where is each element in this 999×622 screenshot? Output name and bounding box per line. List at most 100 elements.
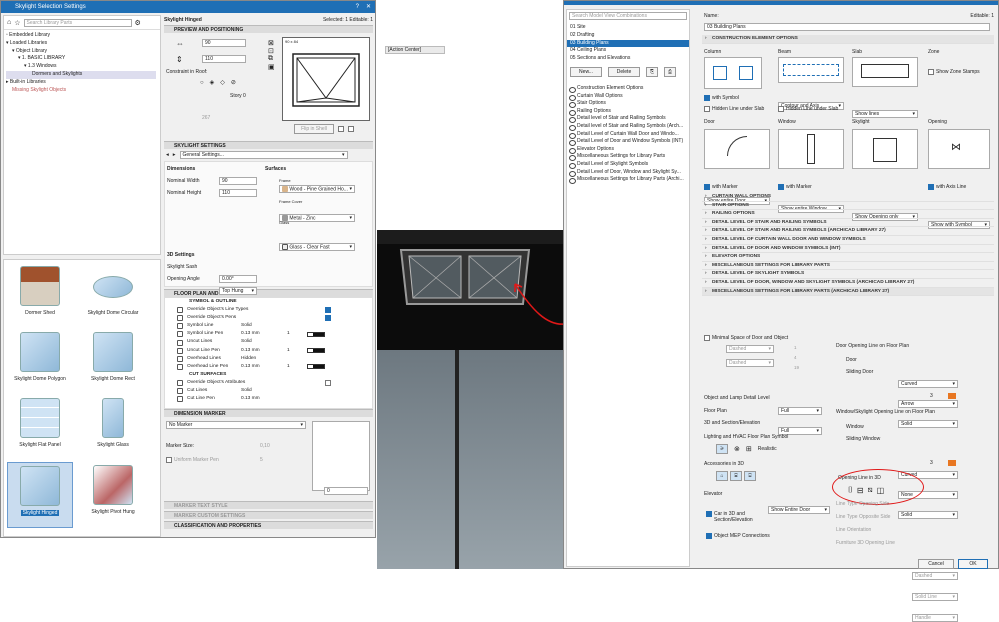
library-tile[interactable]: Skylight Dome Polygon bbox=[7, 332, 73, 382]
marker-type-dropdown[interactable]: No Marker bbox=[166, 421, 306, 429]
tree-item[interactable]: ▾ 1. BASIC LIBRARY bbox=[6, 55, 160, 63]
delete-button[interactable]: Delete bbox=[608, 66, 640, 77]
flip-in-shell-button[interactable]: Flip in Shell bbox=[294, 124, 334, 134]
export-icon[interactable]: ⎘ bbox=[646, 66, 658, 77]
nominal-width-input[interactable]: 90 bbox=[219, 177, 257, 185]
hvac-symbol-icon[interactable]: ⊞ bbox=[746, 445, 752, 453]
frame-material-dropdown[interactable]: Wood - Pine Grained Ho... bbox=[279, 185, 355, 193]
param-row[interactable]: Override Object's Line Types bbox=[165, 306, 372, 314]
beam-preview[interactable] bbox=[778, 57, 844, 83]
opening-preview[interactable]: ⋈ bbox=[928, 129, 990, 169]
section-header[interactable]: STAIR OPTIONS bbox=[702, 202, 994, 211]
skylight-preview[interactable] bbox=[852, 129, 918, 169]
param-row[interactable]: Symbol Line Pen 0.13 mm 1 bbox=[165, 330, 372, 338]
sliding-door-dropdown[interactable]: Arrow bbox=[898, 400, 958, 408]
zone-stamps-checkbox[interactable] bbox=[928, 69, 934, 75]
section-header[interactable]: DETAIL LEVEL OF SKYLIGHT SYMBOLS bbox=[702, 270, 994, 279]
option-item[interactable]: Detail level of Stair and Railing Symbol… bbox=[567, 123, 689, 131]
star-icon[interactable]: ☆ bbox=[14, 19, 20, 27]
section-header[interactable]: DETAIL LEVEL OF STAIR AND RAILING SYMBOL… bbox=[702, 227, 994, 236]
section-header[interactable]: ELEVATOR OPTIONS bbox=[702, 253, 994, 262]
tree-item[interactable]: ▫ Embedded Library bbox=[6, 32, 160, 40]
dimension-marker-header[interactable]: DIMENSION MARKER bbox=[164, 409, 373, 417]
option-item[interactable]: Detail Level of Door and Window Symbols … bbox=[567, 138, 689, 146]
elevator-dropdown[interactable]: Show Entire Door bbox=[768, 506, 830, 514]
constraint-icon[interactable]: ⊘ bbox=[231, 79, 236, 86]
combination-search-input[interactable]: Search Model View Combinations bbox=[569, 12, 687, 20]
section-header[interactable]: CURTAIN WALL OPTIONS bbox=[702, 193, 994, 202]
param-row[interactable]: Override Object's Attributes bbox=[165, 379, 372, 387]
tree-item[interactable]: ▾ Loaded Libraries bbox=[6, 40, 160, 48]
option-item[interactable]: Miscellaneous Settings for Library Parts… bbox=[567, 176, 689, 184]
option-item[interactable]: Detail Level of Door, Window and Skyligh… bbox=[567, 169, 689, 177]
param-row[interactable]: Symbol Line Solid bbox=[165, 322, 372, 330]
combo-item[interactable]: 01 Site bbox=[567, 24, 689, 32]
tree-item[interactable]: Missing Skylight Objects bbox=[6, 87, 160, 95]
cancel-button[interactable]: Cancel bbox=[918, 559, 954, 569]
glass-material-dropdown[interactable]: Glass - Clear Fast bbox=[279, 243, 355, 251]
ok-button[interactable]: OK bbox=[958, 559, 988, 569]
section-header[interactable]: DETAIL LEVEL OF CURTAIN WALL DOOR AND WI… bbox=[702, 236, 994, 245]
line-type-opening-dropdown[interactable]: Dashed bbox=[912, 572, 958, 580]
line-type-opposite-dropdown[interactable]: Solid Line bbox=[912, 593, 958, 601]
help-icon[interactable]: ? bbox=[356, 1, 359, 13]
param-row[interactable]: Overhead Lines Hidden bbox=[165, 355, 372, 363]
tree-item[interactable]: ▾ 1.3 Windows bbox=[6, 63, 160, 71]
section-header[interactable]: MISCELLANEOUS SETTINGS FOR LIBRARY PARTS bbox=[702, 262, 994, 271]
line-type-dropdown[interactable]: Dashed bbox=[726, 345, 774, 353]
door-type-dropdown[interactable]: Curved bbox=[898, 380, 958, 388]
view-3d-icon[interactable]: ⧉ bbox=[268, 55, 278, 63]
misc-section-header[interactable]: MISCELLANEOUS SETTINGS FOR LIBRARY PARTS… bbox=[702, 287, 994, 297]
view-plan-icon[interactable]: ⊠ bbox=[268, 39, 278, 47]
settings-gear-icon[interactable]: ⚙ bbox=[135, 19, 141, 27]
library-tile[interactable]: Skylight Dome Circular bbox=[80, 266, 146, 316]
checkbox[interactable] bbox=[338, 126, 344, 132]
section-header[interactable]: RAILING OPTIONS bbox=[702, 210, 994, 219]
param-row[interactable]: Overhead Line Pen 0.13 mm 1 bbox=[165, 363, 372, 371]
checkbox[interactable] bbox=[348, 126, 354, 132]
frame-cover-dropdown[interactable]: Metal - Zinc bbox=[279, 214, 355, 222]
radio-icon[interactable]: ○ bbox=[200, 80, 204, 86]
window-marker-checkbox[interactable] bbox=[778, 184, 784, 190]
line-orientation-dropdown[interactable]: Handle bbox=[912, 614, 958, 622]
pen-color-swatch[interactable] bbox=[948, 460, 956, 466]
minimal-space-checkbox[interactable] bbox=[704, 335, 710, 341]
view-front-icon[interactable]: ▣ bbox=[268, 63, 278, 71]
action-center-tab[interactable]: [Action Center] bbox=[385, 46, 445, 54]
option-item[interactable]: Detail Level of Skylight Symbols bbox=[567, 161, 689, 169]
name-input[interactable]: 03 Building Plans bbox=[704, 23, 990, 31]
slab-preview[interactable] bbox=[852, 57, 918, 87]
combo-item[interactable]: 04 Ceiling Plans bbox=[567, 47, 689, 55]
floor-plan-section-header[interactable]: FLOOR PLAN AND SECTION bbox=[164, 289, 373, 297]
section-header[interactable]: DETAIL LEVEL OF DOOR, WINDOW AND SKYLIGH… bbox=[702, 279, 994, 288]
opening-angle-input[interactable]: 0.00° bbox=[219, 275, 257, 283]
constraint-icon[interactable]: ◇ bbox=[220, 79, 225, 86]
tree-item-selected[interactable]: Dormers and Skylights bbox=[6, 70, 156, 79]
nominal-height-input[interactable]: 110 bbox=[219, 189, 257, 197]
library-tile[interactable]: Skylight Pivot Hung bbox=[80, 465, 146, 515]
hidden-line-checkbox[interactable] bbox=[704, 106, 710, 112]
general-settings-dropdown[interactable]: General Settings... bbox=[179, 151, 348, 159]
library-tile[interactable]: Skylight Dome Rect bbox=[80, 332, 146, 382]
preview-section-header[interactable]: PREVIEW AND POSITIONING bbox=[164, 25, 373, 33]
slab-dropdown[interactable]: Show lines bbox=[852, 109, 918, 118]
close-icon[interactable]: ✕ bbox=[366, 1, 371, 13]
with-symbol-checkbox[interactable] bbox=[704, 95, 710, 101]
classification-header[interactable]: CLASSIFICATION AND PROPERTIES bbox=[164, 521, 373, 529]
pen-color-swatch[interactable] bbox=[948, 393, 956, 399]
window-line-type-dropdown[interactable]: Solid bbox=[898, 511, 958, 519]
home-icon[interactable]: ⌂ bbox=[7, 19, 11, 26]
marker-text-style-header[interactable]: MARKER TEXT STYLE bbox=[164, 501, 373, 509]
param-row[interactable]: Override Object's Pens bbox=[165, 314, 372, 322]
marker-custom-header[interactable]: MARKER CUSTOM SETTINGS bbox=[164, 511, 373, 519]
option-item[interactable]: Stair Options bbox=[567, 100, 689, 108]
option-item[interactable]: Railing Options bbox=[567, 108, 689, 116]
floor-plan-dropdown[interactable]: Full bbox=[778, 407, 822, 415]
library-tile[interactable]: Skylight Glass bbox=[80, 398, 146, 448]
width-input[interactable]: 90 bbox=[202, 39, 246, 47]
accessory-icon[interactable]: ⌂ bbox=[716, 471, 728, 481]
uniform-pen-checkbox[interactable] bbox=[166, 457, 172, 463]
height-input[interactable]: 110 bbox=[202, 55, 246, 63]
accessory-icon[interactable]: ⌸ bbox=[730, 471, 742, 481]
door-line-type-dropdown[interactable]: Solid bbox=[898, 420, 958, 428]
